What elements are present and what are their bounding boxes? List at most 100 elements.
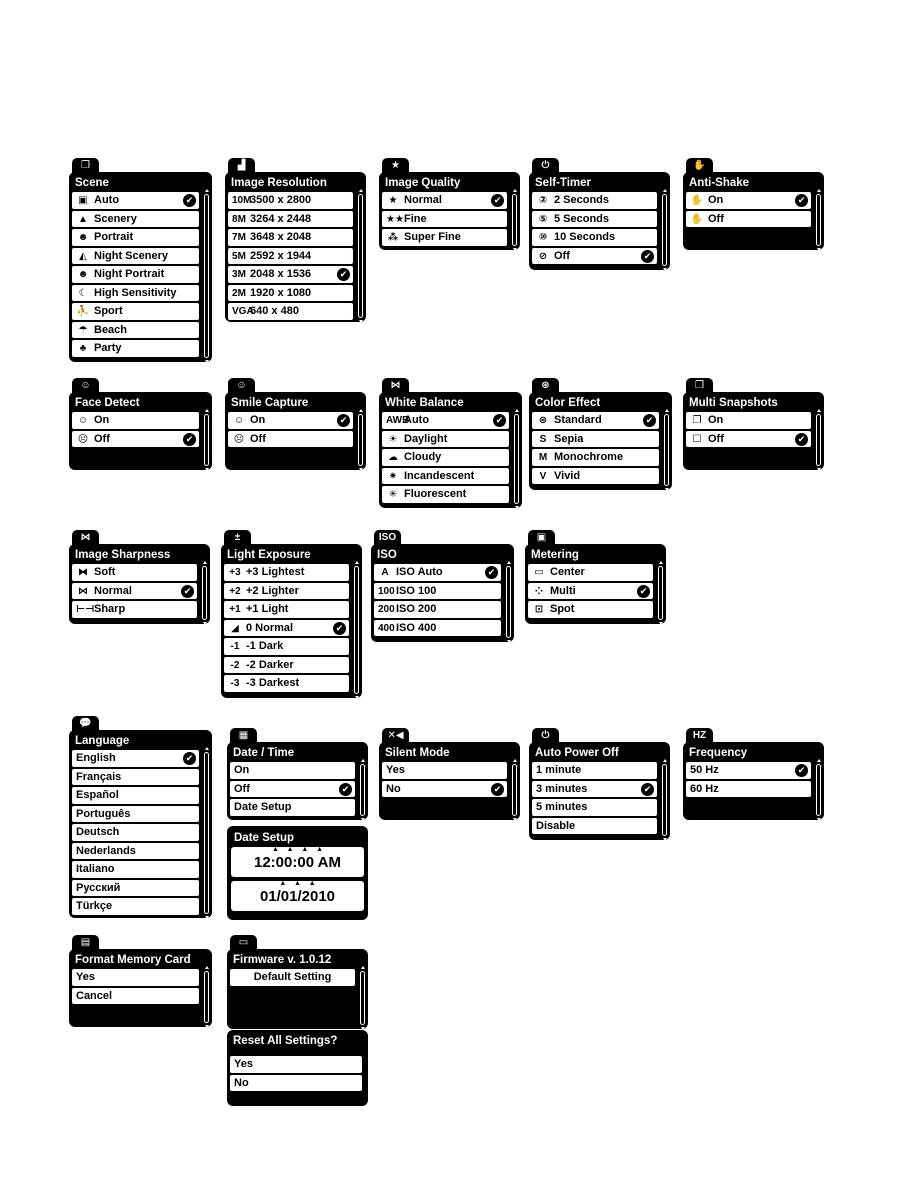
option-auto[interactable]: AWBAuto ✔ [382, 412, 509, 429]
option-daylight[interactable]: ☀ Daylight [382, 430, 509, 447]
scrollbar[interactable] [360, 759, 365, 821]
option-center[interactable]: ▭ Center [528, 564, 653, 581]
option-multi[interactable]: ⁘ Multi ✔ [528, 582, 653, 599]
scrollbar[interactable] [204, 409, 209, 471]
scrollbar[interactable] [514, 409, 519, 509]
scrollbar[interactable] [816, 189, 821, 251]
option-sport[interactable]: ⛹ Sport [72, 303, 199, 320]
option-5-seconds[interactable]: ⑤ 5 Seconds [532, 210, 657, 227]
scrollbar[interactable] [512, 759, 517, 821]
option-incandescent[interactable]: ✷ Incandescent [382, 467, 509, 484]
option-3-minutes[interactable]: 3 minutes ✔ [532, 780, 657, 797]
option-scenery[interactable]: ▲ Scenery [72, 210, 199, 227]
option-deutsch[interactable]: Deutsch [72, 824, 199, 841]
time-up-down-arrows-icon[interactable]: ▲ ▲ ▲ ▲ [231, 846, 364, 853]
option-vivid[interactable]: V Vivid [532, 467, 659, 484]
option-night-scenery[interactable]: ◭ Night Scenery [72, 247, 199, 264]
scrollbar[interactable] [204, 747, 209, 919]
option-3500-x-2800[interactable]: 10M3500 x 2800 [228, 192, 353, 209]
option-2048-x-1536[interactable]: 3M 2048 x 1536 ✔ [228, 266, 353, 283]
option-yes[interactable]: Yes [230, 1056, 362, 1073]
option-auto[interactable]: ▣ Auto ✔ [72, 192, 199, 209]
option-cloudy[interactable]: ☁ Cloudy [382, 449, 509, 466]
option-1920-x-1080[interactable]: 2M 1920 x 1080 [228, 284, 353, 301]
option-portugu-s[interactable]: Português [72, 805, 199, 822]
date-up-down-arrows-icon[interactable]: ▲ ▲ ▲ [231, 880, 364, 887]
option--3-darkest[interactable]: -3 -3 Darkest [224, 675, 349, 692]
option-640-x-480[interactable]: VGA640 x 480 [228, 303, 353, 320]
scrollbar[interactable] [506, 561, 511, 643]
option-super-fine[interactable]: ⁂ Super Fine [382, 229, 507, 246]
scrollbar[interactable] [358, 189, 363, 323]
option-espa-ol[interactable]: Español [72, 787, 199, 804]
option-fluorescent[interactable]: ✳ Fluorescent [382, 486, 509, 503]
option-sepia[interactable]: S Sepia [532, 430, 659, 447]
option-5-minutes[interactable]: 5 minutes [532, 799, 657, 816]
option-standard[interactable]: ⊛ Standard ✔ [532, 412, 659, 429]
scrollbar[interactable] [816, 759, 821, 821]
option-t-rk-e[interactable]: Türkçe [72, 898, 199, 915]
option-nederlands[interactable]: Nederlands [72, 842, 199, 859]
option-yes[interactable]: Yes [382, 762, 507, 779]
option-night-portrait[interactable]: ☻ Night Portrait [72, 266, 199, 283]
option-default-setting[interactable]: Default Setting [230, 969, 355, 986]
option-on[interactable]: ✋ On ✔ [686, 192, 811, 209]
option-1-minute[interactable]: 1 minute [532, 762, 657, 779]
option-60-hz[interactable]: 60 Hz [686, 780, 811, 797]
option--3-lightest[interactable]: +3 +3 Lightest [224, 564, 349, 581]
option-italiano[interactable]: Italiano [72, 861, 199, 878]
option-50-hz[interactable]: 50 Hz ✔ [686, 762, 811, 779]
option-english[interactable]: English ✔ [72, 750, 199, 767]
option-русский[interactable]: Русский [72, 879, 199, 896]
option-yes[interactable]: Yes [72, 969, 199, 986]
scrollbar[interactable] [816, 409, 821, 471]
option-beach[interactable]: ☂ Beach [72, 321, 199, 338]
option-2-seconds[interactable]: ② 2 Seconds [532, 192, 657, 209]
option-sharp[interactable]: ⊢⊣Sharp [72, 601, 197, 618]
option-10-seconds[interactable]: ⑩ 10 Seconds [532, 229, 657, 246]
option-off[interactable]: Off ✔ [230, 780, 355, 797]
option--1-light[interactable]: +1 +1 Light [224, 601, 349, 618]
option-high-sensitivity[interactable]: ☾ High Sensitivity [72, 284, 199, 301]
option-normal[interactable]: ⋈ Normal ✔ [72, 582, 197, 599]
scrollbar[interactable] [204, 189, 209, 363]
time-field[interactable]: ▲ ▲ ▲ ▲ 12:00:00 AM [231, 846, 364, 877]
option-0-normal[interactable]: ◢ 0 Normal ✔ [224, 619, 349, 636]
scrollbar[interactable] [204, 966, 209, 1028]
option-off[interactable]: ☐ Off ✔ [686, 430, 811, 447]
option-off[interactable]: ☹ Off ✔ [72, 430, 199, 447]
option-cancel[interactable]: Cancel [72, 987, 199, 1004]
option-off[interactable]: ⊘ Off ✔ [532, 247, 657, 264]
date-field[interactable]: ▲ ▲ ▲ 01/01/2010 [231, 880, 364, 911]
option-party[interactable]: ♣ Party [72, 340, 199, 357]
option-fran-ais[interactable]: Français [72, 768, 199, 785]
scrollbar[interactable] [202, 561, 207, 625]
scrollbar[interactable] [354, 561, 359, 699]
option-disable[interactable]: Disable [532, 817, 657, 834]
option-on[interactable]: ☺ On ✔ [228, 412, 353, 429]
scrollbar[interactable] [662, 759, 667, 841]
option-2592-x-1944[interactable]: 5M 2592 x 1944 [228, 247, 353, 264]
option-spot[interactable]: ⊡ Spot [528, 601, 653, 618]
scrollbar[interactable] [664, 409, 669, 491]
option--2-lighter[interactable]: +2 +2 Lighter [224, 582, 349, 599]
option-iso-100[interactable]: 100ISO 100 [374, 582, 501, 599]
option-iso-auto[interactable]: A ISO Auto ✔ [374, 564, 501, 581]
option--1-dark[interactable]: -1 -1 Dark [224, 638, 349, 655]
option-on[interactable]: ❐ On [686, 412, 811, 429]
option-iso-200[interactable]: 200ISO 200 [374, 601, 501, 618]
option-soft[interactable]: ⧓ Soft [72, 564, 197, 581]
option-3264-x-2448[interactable]: 8M 3264 x 2448 [228, 210, 353, 227]
scrollbar[interactable] [658, 561, 663, 625]
option-3648-x-2048[interactable]: 7M 3648 x 2048 [228, 229, 353, 246]
option-normal[interactable]: ★ Normal ✔ [382, 192, 507, 209]
option-off[interactable]: ☹ Off [228, 430, 353, 447]
scrollbar[interactable] [662, 189, 667, 271]
option-fine[interactable]: ★★Fine [382, 210, 507, 227]
option--2-darker[interactable]: -2 -2 Darker [224, 656, 349, 673]
option-no[interactable]: No [230, 1074, 362, 1091]
scrollbar[interactable] [358, 409, 363, 471]
scrollbar[interactable] [512, 189, 517, 251]
option-on[interactable]: ☺ On [72, 412, 199, 429]
option-portrait[interactable]: ☻ Portrait [72, 229, 199, 246]
